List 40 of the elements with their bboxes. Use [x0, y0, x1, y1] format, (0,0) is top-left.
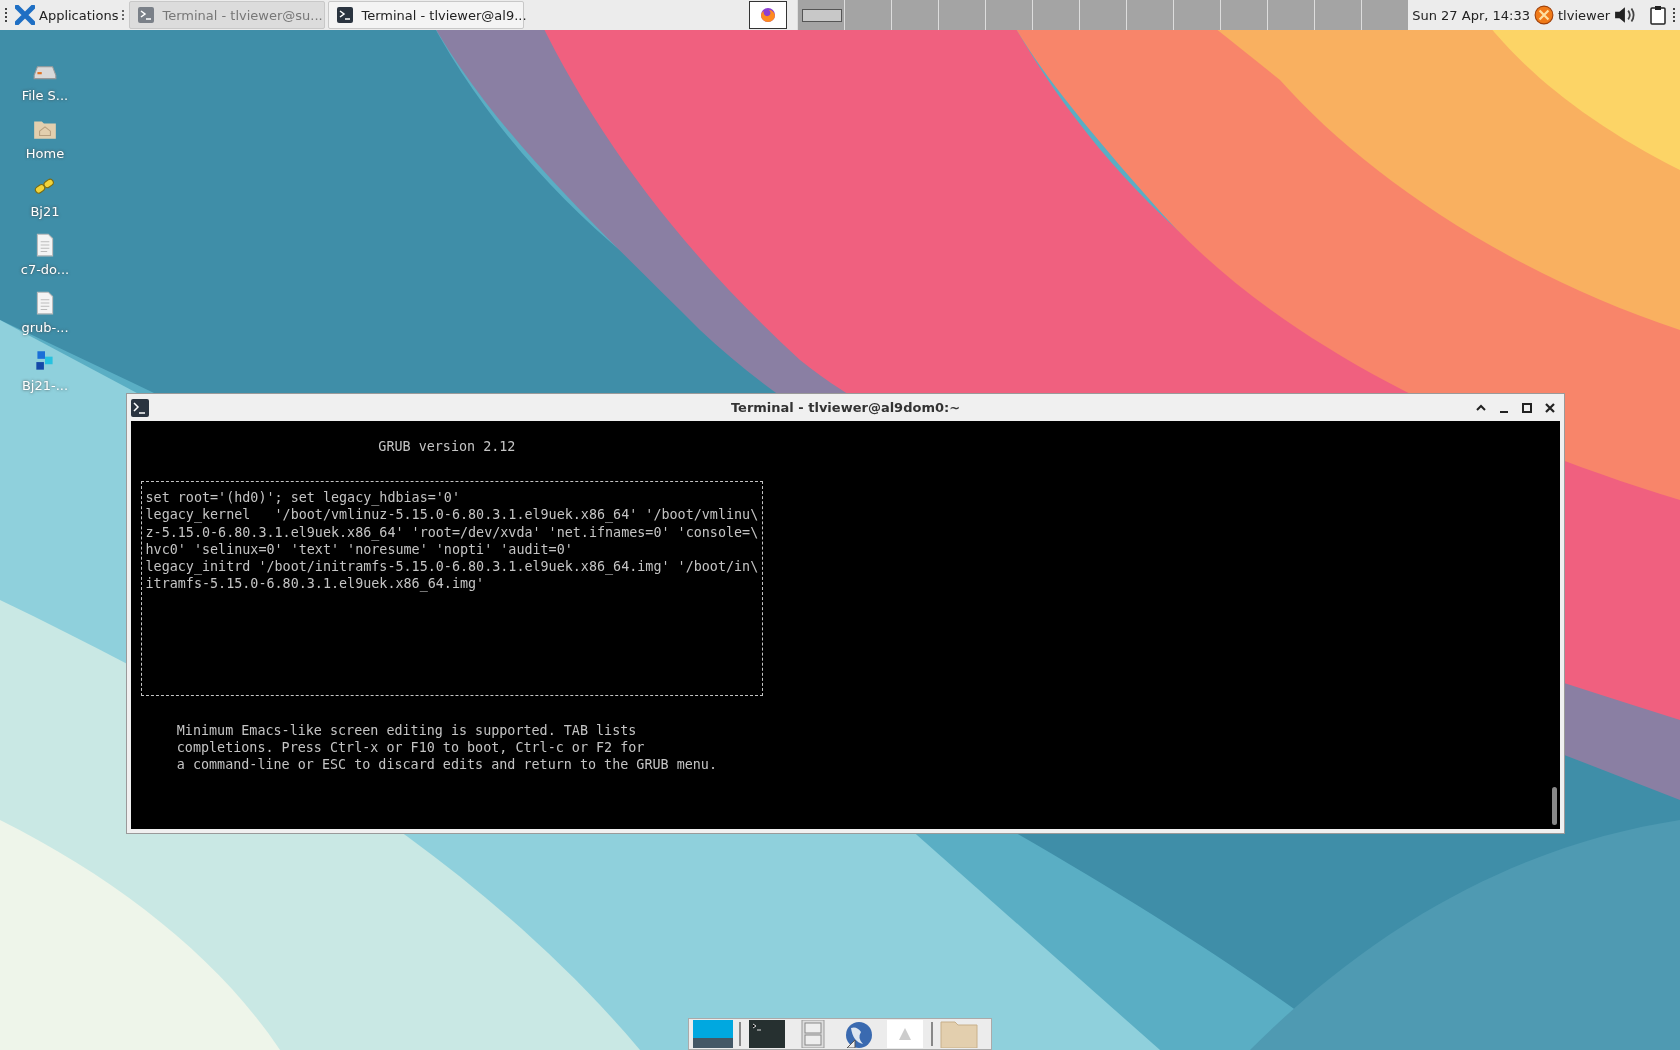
applications-menu[interactable]: Applications: [12, 1, 122, 29]
terminal-icon: [337, 7, 354, 23]
scrollbar-thumb[interactable]: [1552, 787, 1557, 825]
taskbar-button[interactable]: Terminal - tlviewer@al9...: [328, 1, 525, 29]
maximize-icon[interactable]: [1521, 401, 1533, 414]
drag-handle-icon[interactable]: [4, 7, 8, 23]
workspace-button[interactable]: [797, 0, 845, 30]
taskbar-button[interactable]: Terminal - tlviewer@su...: [129, 1, 326, 29]
editor-line: legacy_initrd '/boot/initramfs-5.15.0-6.80.3.1.el9uek.x86_64.img' '/boot/in\: [145, 557, 759, 576]
folder-icon[interactable]: [939, 1020, 979, 1048]
show-desktop-icon[interactable]: [693, 1020, 733, 1048]
desktop-icon-label[interactable]: Bj21: [30, 204, 60, 219]
window-thumbnail: [802, 9, 843, 22]
x-logo-icon: [15, 5, 35, 25]
browser-launcher[interactable]: [749, 1, 788, 29]
user-icon: [1534, 5, 1554, 25]
terminal-icon: [131, 398, 149, 417]
browser-icon: [760, 7, 777, 23]
help-line: a command-line or ESC to discard edits and return to the GRUB menu.: [176, 756, 717, 774]
editor-line: set root='(hd0)'; set legacy_hdbias='0': [145, 489, 460, 507]
desktop-icon-label[interactable]: grub-...: [21, 320, 69, 335]
help-line: Minimum Emacs-like screen editing is supported. TAB lists: [176, 721, 638, 739]
editor-line: itramfs-5.15.0-6.80.3.1.el9uek.x86_64.img': [145, 575, 485, 593]
desktop-icon-label[interactable]: c7-do...: [20, 262, 70, 277]
drag-handle-icon[interactable]: [1672, 7, 1676, 23]
terminal-icon: [138, 7, 155, 23]
window-title: Terminal - tlviewer@al9dom0:~: [730, 400, 961, 415]
close-icon[interactable]: [1544, 401, 1556, 414]
desktop-icon-label[interactable]: Home: [25, 146, 65, 161]
grub-title: GRUB version 2.12: [378, 438, 516, 456]
warning-icon[interactable]: [885, 1020, 925, 1048]
clipboard-icon[interactable]: [1650, 5, 1666, 25]
clock[interactable]: Sun 27 Apr, 14:33: [1412, 7, 1530, 23]
editor-line: hvc0' 'selinux=0' 'text' 'noresume' 'nopti' 'audit=0': [145, 541, 573, 558]
user-menu[interactable]: tlviewer: [1558, 7, 1610, 23]
terminal-icon[interactable]: [747, 1020, 787, 1048]
editor-line: z-5.15.0-6.80.3.1.el9uek.x86_64' 'root=/dev/xvda' 'net.ifnames=0' 'console=\: [145, 523, 759, 541]
editor-line: legacy_kernel '/boot/vmlinuz-5.15.0-6.80.3.1.el9uek.x86_64' '/boot/vmlinu\: [145, 506, 759, 524]
help-line: completions. Press Ctrl-x or F10 to boot, Ctrl-c or F2 for: [176, 738, 646, 756]
desktop-icon-label[interactable]: File S...: [21, 88, 69, 103]
